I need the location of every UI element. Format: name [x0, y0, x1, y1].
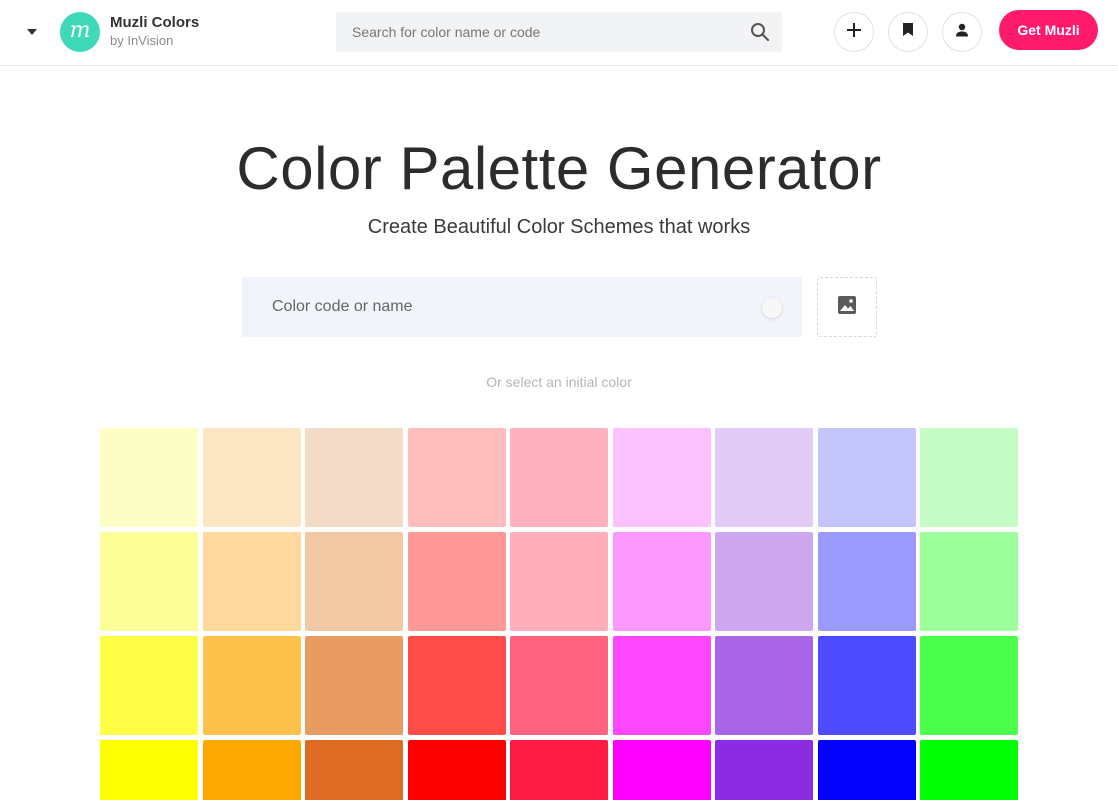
color-swatch[interactable]	[100, 636, 198, 735]
logo-letter: m	[69, 18, 91, 43]
color-swatch[interactable]	[817, 740, 916, 800]
color-swatch[interactable]	[100, 740, 198, 800]
brand[interactable]: Muzli Colors by InVision	[110, 14, 199, 50]
color-swatch[interactable]	[510, 532, 608, 631]
color-swatch[interactable]	[100, 532, 198, 631]
color-input-box	[242, 277, 802, 337]
top-header: m Muzli Colors by InVision Get Muzli	[0, 0, 1118, 66]
color-swatch[interactable]	[715, 636, 813, 735]
add-button[interactable]	[834, 12, 874, 52]
color-swatch[interactable]	[305, 740, 403, 800]
search-icon[interactable]	[750, 22, 770, 42]
color-swatch[interactable]	[920, 636, 1018, 735]
color-swatch[interactable]	[817, 532, 916, 631]
color-swatch[interactable]	[920, 740, 1018, 800]
color-swatch[interactable]	[920, 532, 1018, 631]
select-initial-color-hint: Or select an initial color	[486, 374, 632, 390]
upload-image-button[interactable]	[817, 277, 877, 337]
color-swatch[interactable]	[202, 636, 301, 735]
color-swatch[interactable]	[305, 428, 403, 527]
bookmarks-button[interactable]	[888, 12, 928, 52]
color-code-input[interactable]	[242, 277, 752, 337]
page-subtitle: Create Beautiful Color Schemes that work…	[367, 216, 751, 238]
color-swatch[interactable]	[202, 532, 301, 631]
color-swatch[interactable]	[817, 428, 916, 527]
color-swatch-grid	[100, 428, 1020, 800]
user-icon	[955, 23, 969, 42]
color-swatch[interactable]	[510, 740, 608, 800]
brand-subtitle: by InVision	[110, 33, 174, 48]
color-swatch[interactable]	[817, 636, 916, 735]
color-swatch[interactable]	[305, 636, 403, 735]
color-swatch[interactable]	[612, 636, 711, 735]
color-swatch[interactable]	[715, 740, 813, 800]
color-swatch[interactable]	[407, 532, 506, 631]
color-swatch[interactable]	[920, 428, 1018, 527]
brand-title: Muzli Colors	[110, 14, 200, 31]
color-swatch[interactable]	[715, 428, 813, 527]
color-swatch[interactable]	[407, 740, 506, 800]
color-swatch[interactable]	[202, 740, 301, 800]
account-button[interactable]	[942, 12, 982, 52]
color-swatch[interactable]	[202, 428, 301, 527]
color-swatch[interactable]	[407, 636, 506, 735]
page-title: Color Palette Generator	[236, 135, 882, 202]
color-swatch[interactable]	[612, 532, 711, 631]
color-swatch[interactable]	[305, 532, 403, 631]
get-muzli-button[interactable]: Get Muzli	[999, 10, 1098, 50]
chevron-down-icon[interactable]	[26, 27, 38, 37]
search-bar	[336, 12, 782, 52]
color-swatch[interactable]	[510, 428, 608, 527]
color-swatch[interactable]	[407, 428, 506, 527]
search-input[interactable]	[336, 12, 736, 52]
color-swatch[interactable]	[612, 740, 711, 800]
color-swatch[interactable]	[715, 532, 813, 631]
image-icon	[837, 295, 857, 320]
color-picker-swatch[interactable]	[762, 298, 782, 318]
color-swatch[interactable]	[612, 428, 711, 527]
plus-icon	[846, 22, 862, 43]
color-swatch[interactable]	[510, 636, 608, 735]
muzli-logo[interactable]: m	[60, 12, 100, 52]
bookmark-icon	[902, 22, 914, 42]
color-swatch[interactable]	[100, 428, 198, 527]
